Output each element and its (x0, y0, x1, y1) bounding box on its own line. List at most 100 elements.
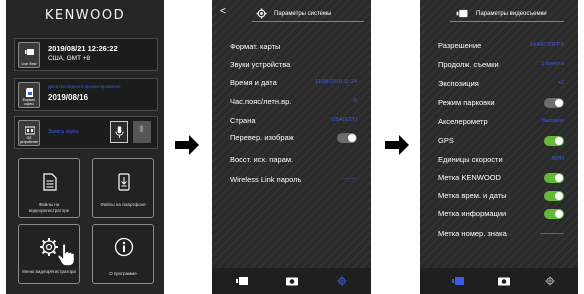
menu-label: Страна (230, 116, 256, 125)
microphone-on-button[interactable] (110, 121, 128, 143)
menu-value: USA(EST) (331, 117, 357, 123)
tile-recorder-files[interactable]: Файлы на видеорегистраторе (18, 158, 80, 218)
menu-value: -5 (352, 98, 357, 104)
menu-label: Метка информации (438, 209, 507, 218)
menu-plate-stamp[interactable]: Метка номер. знака (438, 229, 570, 239)
menu-info-stamp: Метка информации (438, 209, 570, 219)
menu-value: Высокое (541, 118, 564, 124)
menu-label: Разрешение (438, 41, 482, 50)
microphone-muted-icon (139, 125, 144, 133)
tab-settings-icon[interactable] (544, 276, 556, 286)
live-view-button[interactable]: Live View (18, 42, 40, 68)
menu-exposure[interactable]: Экспозиция +2 (438, 79, 570, 89)
tab-camera-icon[interactable] (498, 276, 510, 286)
menu-label: Метка номер. знака (438, 229, 507, 238)
file-document-icon (43, 173, 57, 191)
menu-value: -------- (342, 176, 357, 182)
menu-label: Экспозиция (438, 79, 479, 88)
menu-value: MPH (551, 156, 564, 162)
kenwood-stamp-toggle[interactable] (544, 173, 564, 183)
hand-pointer-icon (57, 243, 75, 267)
value-placeholder-line (540, 233, 564, 234)
page-title: Параметры видеосъемки (476, 11, 547, 17)
menu-accelerometer[interactable]: Акселерометр Высокое (438, 117, 570, 127)
menu-parking-mode: Режим парковки (438, 98, 570, 108)
sd-card-icon (26, 88, 33, 97)
app-home-screen: KENWOOD Live View 2019/08/21 12:26:22 СШ… (6, 0, 164, 294)
tab-video-icon[interactable] (452, 276, 464, 286)
menu-flip-image: Перевер. изображ (230, 133, 363, 143)
tile-phone-files[interactable]: Файлы на смартфоне (92, 158, 154, 218)
info-icon (114, 237, 134, 257)
menu-label: Акселерометр (438, 117, 488, 126)
menu-label: Час.пояс/летн.вр. (230, 97, 292, 106)
tab-settings-icon[interactable] (336, 276, 348, 286)
tile-recorder-menu-label: Меню видеорегистратора (22, 269, 76, 274)
last-format-label: Дата последнего форматирования (48, 84, 121, 89)
gps-toggle[interactable] (544, 136, 564, 146)
audio-record-label: Запись звука (48, 129, 79, 135)
tab-video-icon[interactable] (236, 276, 248, 286)
system-settings-screen: < Параметры системы Формат. карты Звуки … (212, 0, 371, 294)
menu-label: Перевер. изображ (230, 133, 294, 142)
menu-resolution[interactable]: Разрешение 1440P 30FPS (438, 41, 570, 51)
menu-gps: GPS (438, 136, 570, 146)
menu-label: Восст. исх. парам. (230, 155, 294, 164)
tile-about[interactable]: О программе (92, 224, 154, 284)
menu-label: Wireless Link пароль (230, 175, 302, 184)
about-device-caption: Об устройстве (19, 136, 39, 144)
menu-time-date[interactable]: Время и дата 11/08/2018,11:24 (230, 78, 363, 88)
flip-image-toggle[interactable] (337, 133, 357, 143)
tile-phone-files-label: Файлы на смартфоне (100, 202, 146, 207)
menu-wireless-link-password[interactable]: Wireless Link пароль -------- (230, 175, 363, 185)
header-bar: < Параметры системы (212, 0, 371, 26)
video-settings-screen: Параметры видеосъемки Разрешение 1440P 30… (420, 0, 578, 294)
menu-restore-defaults[interactable]: Восст. исх. парам. (230, 155, 363, 165)
menu-country[interactable]: Страна USA(EST) (230, 116, 363, 126)
menu-format-card[interactable]: Формат. карты (230, 42, 363, 52)
header-bar: Параметры видеосъемки (420, 0, 578, 26)
menu-value: 1 минута (541, 61, 564, 67)
menu-label: Метка KENWOOD (438, 173, 501, 182)
back-button[interactable]: < (220, 6, 226, 17)
parking-mode-toggle[interactable] (544, 98, 564, 108)
menu-label: Метка врем. и даты (438, 191, 507, 200)
format-caption: Формат. карты (22, 98, 36, 106)
microphone-off-button[interactable] (133, 121, 151, 143)
menu-label: Продолж. съемки (438, 60, 499, 69)
tile-recorder-menu[interactable]: Меню видеорегистратора (18, 224, 80, 284)
arrow-right-icon (175, 135, 199, 155)
arrow-right-icon (385, 135, 409, 155)
tile-recorder-files-label: Файлы на видеорегистраторе (28, 202, 70, 213)
microphone-icon (115, 126, 124, 138)
menu-speed-units[interactable]: Единицы скорости MPH (438, 155, 570, 165)
last-format-date: 2019/08/16 (48, 93, 89, 102)
tile-about-label: О программе (109, 271, 137, 276)
bottom-nav (212, 268, 371, 294)
format-card-button[interactable]: Формат. карты (18, 82, 40, 108)
menu-value: +2 (557, 80, 564, 86)
menu-device-sounds[interactable]: Звуки устройства (230, 60, 363, 70)
menu-label: Режим парковки (438, 98, 495, 107)
menu-timezone-dst[interactable]: Час.пояс/летн.вр. -5 (230, 97, 363, 107)
kenwood-logo: KENWOOD (44, 8, 126, 23)
tab-camera-icon[interactable] (286, 276, 298, 286)
menu-label: Время и дата (230, 78, 277, 87)
menu-label: Единицы скорости (438, 155, 503, 164)
menu-kenwood-stamp: Метка KENWOOD (438, 173, 570, 183)
info-stamp-toggle[interactable] (544, 209, 564, 219)
menu-value: 1440P 30FPS (529, 42, 564, 48)
live-view-caption: Live View (21, 61, 37, 66)
time-date-stamp-toggle[interactable] (544, 191, 564, 201)
page-title: Параметры системы (274, 11, 332, 17)
about-device-button[interactable]: Об устройстве (18, 120, 40, 146)
gear-icon (256, 8, 267, 19)
menu-recording-length[interactable]: Продолж. съемки 1 минута (438, 60, 570, 70)
timezone-text: США, GMT +8 (48, 55, 91, 62)
title-underline (450, 21, 564, 22)
live-view-icon (25, 49, 34, 55)
menu-label: GPS (438, 136, 454, 145)
device-info-icon (25, 126, 35, 135)
menu-label: Звуки устройства (230, 60, 291, 69)
gear-icon (40, 238, 58, 256)
